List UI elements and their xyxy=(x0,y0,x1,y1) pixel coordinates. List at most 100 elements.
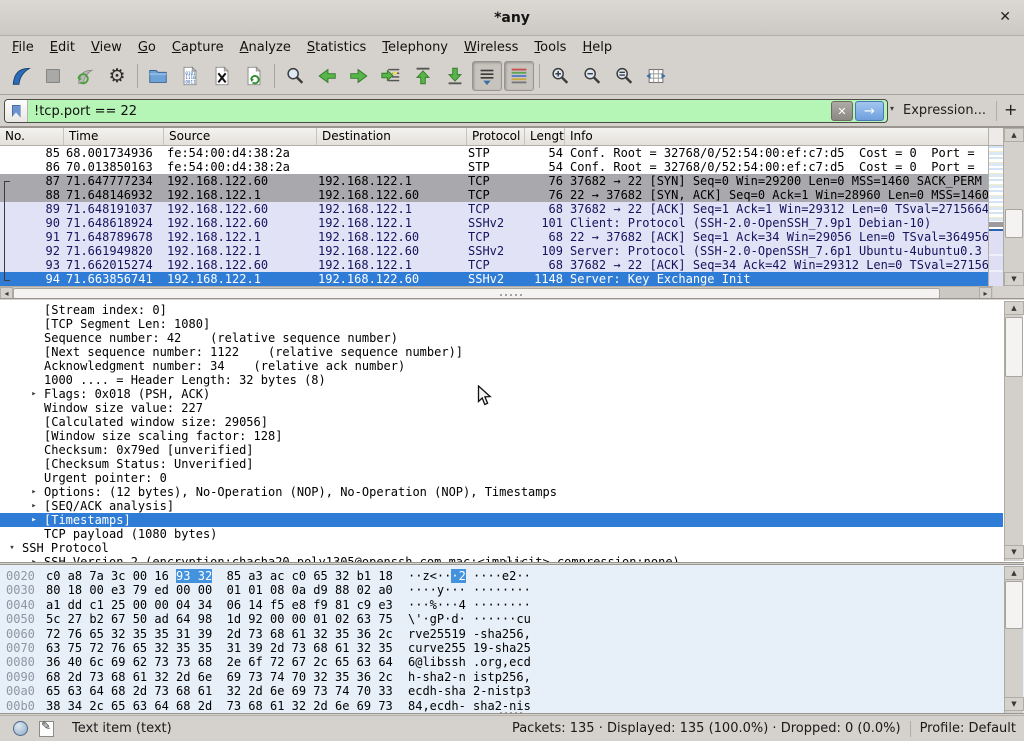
resize-columns-button[interactable] xyxy=(641,61,671,91)
packet-row[interactable]: 8568.001734936fe:54:00:d4:38:2aSTP54Conf… xyxy=(0,146,988,160)
hex-row[interactable]: 00a065 63 64 68 2d 73 68 61 32 2d 6e 69 … xyxy=(0,684,531,698)
menu-item-telephony[interactable]: Telephony xyxy=(374,38,456,57)
filter-apply-button[interactable]: → xyxy=(855,101,884,121)
detail-vscrollbar[interactable]: ▲ ▼ xyxy=(1004,301,1023,561)
expression-button[interactable]: Expression... xyxy=(903,103,986,118)
column-header-length[interactable]: Length xyxy=(525,128,565,145)
column-header-destination[interactable]: Destination xyxy=(317,128,467,145)
zoom-out-button[interactable] xyxy=(577,61,607,91)
zoom-original-button[interactable] xyxy=(609,61,639,91)
profile-label[interactable]: Profile: Default xyxy=(920,721,1016,736)
auto-scroll-toggle[interactable] xyxy=(472,61,502,91)
go-forward-button[interactable] xyxy=(344,61,374,91)
zoom-in-button[interactable] xyxy=(545,61,575,91)
hex-row[interactable]: 009068 2d 73 68 61 32 2d 6e 69 73 74 70 … xyxy=(0,670,531,684)
detail-line[interactable]: ▾SSH Protocol xyxy=(0,541,1003,555)
packet-row[interactable]: 9271.661949820192.168.122.1192.168.122.6… xyxy=(0,244,988,258)
packet-list-hscrollbar[interactable]: ◂ ▸ xyxy=(0,286,993,299)
detail-line[interactable]: [TCP Segment Len: 1080] xyxy=(0,317,1003,331)
filter-value[interactable]: !tcp.port == 22 xyxy=(28,104,831,119)
go-back-button[interactable] xyxy=(312,61,342,91)
menu-item-help[interactable]: Help xyxy=(574,38,620,57)
go-to-packet-button[interactable] xyxy=(376,61,406,91)
menu-item-view[interactable]: View xyxy=(83,38,130,57)
display-filter-input[interactable]: !tcp.port == 22 ✕ → xyxy=(4,99,888,123)
hex-row[interactable]: 007063 75 72 76 65 32 35 35 31 39 2d 73 … xyxy=(0,641,531,655)
scroll-up-icon[interactable]: ▲ xyxy=(1004,301,1024,315)
colorize-toggle[interactable] xyxy=(504,61,534,91)
close-file-button[interactable] xyxy=(207,61,237,91)
column-header-time[interactable]: Time xyxy=(64,128,164,145)
column-header-source[interactable]: Source xyxy=(164,128,317,145)
hex-row[interactable]: 00505c 27 b2 67 50 ad 64 98 1d 92 00 00 … xyxy=(0,612,531,626)
column-header-info[interactable]: Info xyxy=(565,128,988,145)
scroll-up-icon[interactable]: ▲ xyxy=(1004,128,1024,142)
packet-row[interactable]: 9471.663856741192.168.122.1192.168.122.6… xyxy=(0,272,988,286)
scrollbar-thumb[interactable] xyxy=(1005,209,1023,238)
detail-line[interactable]: Checksum: 0x79ed [unverified] xyxy=(0,443,1003,457)
detail-line[interactable]: TCP payload (1080 bytes) xyxy=(0,527,1003,541)
scroll-left-icon[interactable]: ◂ xyxy=(0,287,13,299)
tree-toggle-icon[interactable]: ▸ xyxy=(28,513,40,527)
scroll-down-icon[interactable]: ▼ xyxy=(1004,272,1024,286)
scrollbar-thumb[interactable] xyxy=(1005,317,1023,377)
bytes-vscrollbar[interactable]: ▲ ▼ xyxy=(1004,566,1023,713)
scroll-down-icon[interactable]: ▼ xyxy=(1004,697,1024,711)
stop-capture-button[interactable] xyxy=(38,61,68,91)
expert-info-icon[interactable] xyxy=(13,721,28,736)
capture-comment-icon[interactable]: ✎ xyxy=(39,721,54,737)
hex-row[interactable]: 006072 76 65 32 35 35 31 39 2d 73 68 61 … xyxy=(0,627,531,641)
reload-file-button[interactable] xyxy=(239,61,269,91)
go-to-top-button[interactable] xyxy=(408,61,438,91)
restart-capture-button[interactable] xyxy=(70,61,100,91)
packet-list-minimap[interactable] xyxy=(988,146,1003,286)
hex-row[interactable]: 0020c0 a8 7a 3c 00 16 93 32 85 a3 ac c0 … xyxy=(0,569,531,583)
detail-line[interactable]: [Stream index: 0] xyxy=(0,303,1003,317)
detail-line[interactable]: [Next sequence number: 1122 (relative se… xyxy=(0,345,1003,359)
scroll-right-icon[interactable]: ▸ xyxy=(979,287,992,299)
hex-row[interactable]: 00b038 34 2c 65 63 64 68 2d 73 68 61 32 … xyxy=(0,699,531,713)
packet-row[interactable]: 8670.013850163fe:54:00:d4:38:2aSTP54Conf… xyxy=(0,160,988,174)
detail-line[interactable]: ▸[Timestamps] xyxy=(0,513,1003,527)
filter-clear-button[interactable]: ✕ xyxy=(831,101,853,121)
pane-splitter-handle[interactable] xyxy=(500,294,522,297)
menu-item-file[interactable]: File xyxy=(4,38,42,57)
packet-row[interactable]: 9171.648789678192.168.122.1192.168.122.6… xyxy=(0,230,988,244)
menu-item-go[interactable]: Go xyxy=(130,38,164,57)
detail-line[interactable]: 1000 .... = Header Length: 32 bytes (8) xyxy=(0,373,1003,387)
packet-row[interactable]: 9371.662015274192.168.122.60192.168.122.… xyxy=(0,258,988,272)
scrollbar-thumb[interactable] xyxy=(1005,581,1023,629)
detail-line[interactable]: [Calculated window size: 29056] xyxy=(0,415,1003,429)
capture-options-button[interactable]: ⚙ xyxy=(102,61,132,91)
menu-item-tools[interactable]: Tools xyxy=(526,38,574,57)
detail-line[interactable]: ▸Options: (12 bytes), No-Operation (NOP)… xyxy=(0,485,1003,499)
menu-item-statistics[interactable]: Statistics xyxy=(299,38,374,57)
find-packet-button[interactable] xyxy=(280,61,310,91)
packet-row[interactable]: 8771.647777234192.168.122.60192.168.122.… xyxy=(0,174,988,188)
packet-row[interactable]: 9071.648618924192.168.122.60192.168.122.… xyxy=(0,216,988,230)
scroll-down-icon[interactable]: ▼ xyxy=(1004,545,1024,559)
filter-bookmark-button[interactable] xyxy=(5,100,28,122)
detail-line[interactable]: Acknowledgment number: 34 (relative ack … xyxy=(0,359,1003,373)
hex-row[interactable]: 003080 18 00 e3 79 ed 00 00 01 01 08 0a … xyxy=(0,583,531,597)
detail-line[interactable]: Window size value: 227 xyxy=(0,401,1003,415)
tree-toggle-icon[interactable]: ▸ xyxy=(28,387,40,401)
hex-row[interactable]: 008036 40 6c 69 62 73 73 68 2e 6f 72 67 … xyxy=(0,655,531,669)
detail-line[interactable]: Sequence number: 42 (relative sequence n… xyxy=(0,331,1003,345)
go-to-bottom-button[interactable] xyxy=(440,61,470,91)
add-filter-button[interactable]: + xyxy=(1004,100,1017,119)
title-bar[interactable]: *any ✕ xyxy=(0,0,1024,36)
menu-item-capture[interactable]: Capture xyxy=(164,38,232,57)
scroll-up-icon[interactable]: ▲ xyxy=(1004,566,1024,580)
packet-row[interactable]: 8871.648146932192.168.122.1192.168.122.6… xyxy=(0,188,988,202)
packet-list-vscrollbar[interactable]: ▲ ▼ xyxy=(1003,128,1024,286)
tree-toggle-icon[interactable]: ▸ xyxy=(28,499,40,513)
save-file-button[interactable]: 010111100011 xyxy=(175,61,205,91)
packet-list-header[interactable]: No. Time Source Destination Protocol Len… xyxy=(0,128,988,146)
detail-line[interactable]: [Checksum Status: Unverified] xyxy=(0,457,1003,471)
detail-line[interactable]: Urgent pointer: 0 xyxy=(0,471,1003,485)
packet-row[interactable]: 8971.648191037192.168.122.60192.168.122.… xyxy=(0,202,988,216)
filter-history-dropdown[interactable]: ▾ xyxy=(890,104,894,113)
column-header-protocol[interactable]: Protocol xyxy=(467,128,525,145)
detail-line[interactable]: ▸Flags: 0x018 (PSH, ACK) xyxy=(0,387,1003,401)
